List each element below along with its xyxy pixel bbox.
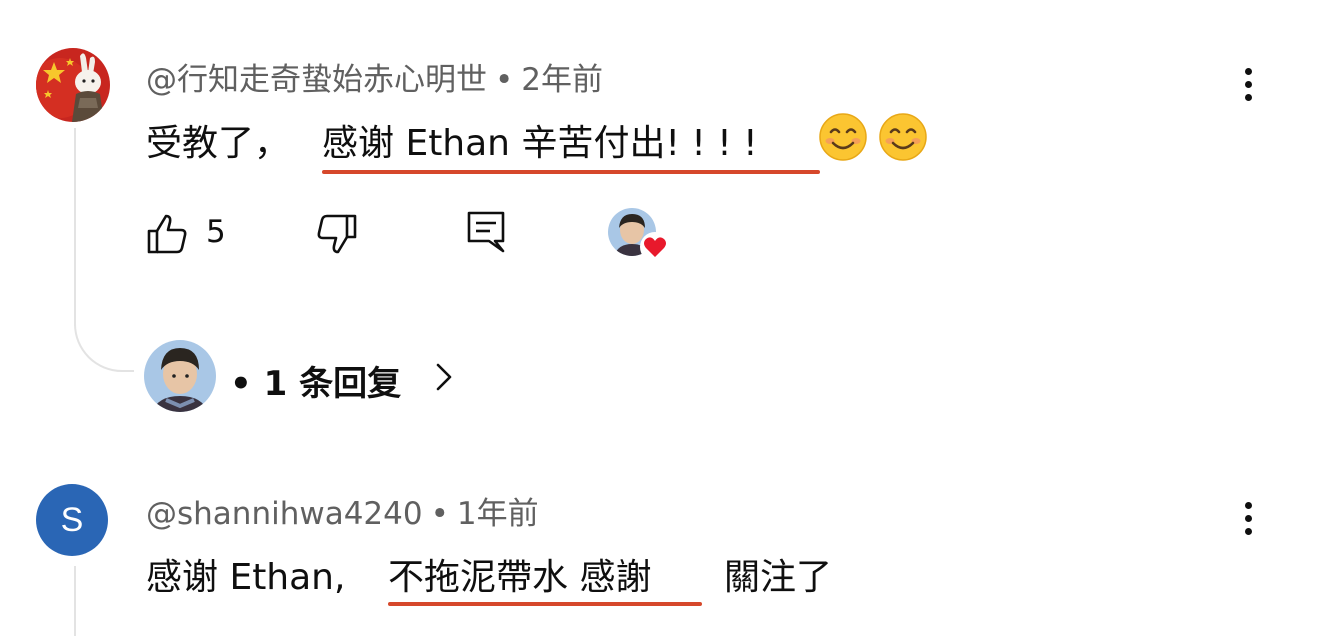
reply-comment-icon[interactable] [466, 210, 506, 254]
kebab-dot [1244, 68, 1252, 75]
comment-text-plain: 關注了 [724, 557, 833, 598]
comment-text: 受教了， [146, 114, 290, 166]
view-replies-button[interactable]: • 1 条回复 [230, 356, 401, 405]
comment-text-highlight: 感谢 Ethan 辛苦付出! ! ! ! [322, 114, 758, 166]
creator-heart-icon [640, 232, 670, 262]
meta-separator: • [495, 62, 514, 98]
comment-meta: @行知走奇蛰始赤心明世 • 2年前 [146, 54, 603, 99]
comment-text: 感谢 Ethan, [146, 548, 345, 600]
kebab-dot [1244, 94, 1252, 101]
thumbs-up-icon[interactable] [146, 212, 190, 256]
highlighted-text: 不拖泥帶水 感謝 [388, 557, 652, 598]
kebab-dot [1244, 81, 1252, 88]
comment-options-button[interactable] [1236, 502, 1260, 542]
highlight-underline [388, 602, 702, 606]
comment-options-button[interactable] [1236, 68, 1260, 108]
replies-label: 1 条回复 [263, 364, 402, 404]
reply-avatar [144, 340, 216, 412]
thread-line [74, 566, 76, 636]
comment-text-plain: 受教了， [146, 123, 291, 164]
kebab-dot [1244, 515, 1252, 522]
thread-line [74, 128, 76, 326]
comment-time: 2年前 [521, 62, 604, 98]
like-count: 5 [206, 214, 226, 250]
chevron-right-icon[interactable] [432, 362, 456, 392]
commenter-avatar[interactable]: S [36, 484, 108, 556]
comment-meta: @shannihwa4240 • 1年前 [146, 488, 539, 533]
reply-avatar-image [144, 340, 216, 412]
avatar-letter: S [60, 501, 84, 539]
smiling-face-emoji [879, 113, 927, 161]
meta-separator: • [430, 496, 449, 532]
reply-separator: • [230, 364, 252, 404]
kebab-dot [1244, 528, 1252, 535]
highlighted-text: 感谢 Ethan 辛苦付出! ! ! ! [322, 123, 758, 164]
smiling-face-emoji [819, 113, 867, 161]
comment-text-after: 關注了 [724, 548, 832, 600]
thumbs-down-icon[interactable] [314, 212, 358, 256]
thread-connector-curve [74, 322, 134, 372]
comment-time: 1年前 [456, 496, 539, 532]
comment-text-highlight: 不拖泥帶水 感謝 [388, 548, 651, 600]
rabbit-flag-avatar-image [36, 48, 110, 122]
comment-author[interactable]: @shannihwa4240 [146, 496, 423, 532]
kebab-dot [1244, 502, 1252, 509]
comment-text-plain: 感谢 Ethan, [146, 557, 346, 598]
commenter-avatar[interactable] [36, 48, 110, 122]
comment-author[interactable]: @行知走奇蛰始赤心明世 [146, 62, 487, 98]
highlight-underline [322, 170, 820, 174]
